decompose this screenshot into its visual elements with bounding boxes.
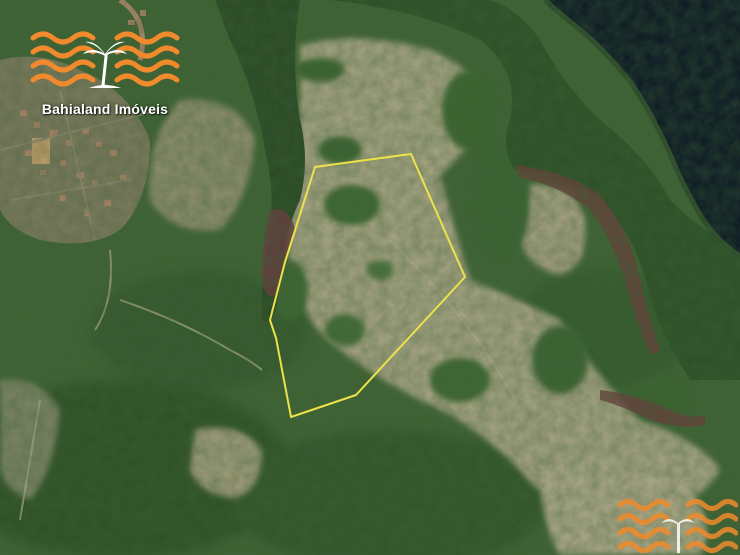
brand-watermark: Bahialand Imóveis: [22, 24, 188, 117]
brand-logo-icon: [30, 31, 180, 89]
brand-watermark-corner: [614, 493, 739, 555]
brand-name: Bahialand Imóveis: [41, 101, 169, 117]
brand-logo-corner-icon: [617, 499, 739, 553]
satellite-map[interactable]: Bahialand Imóveis: [0, 0, 740, 555]
